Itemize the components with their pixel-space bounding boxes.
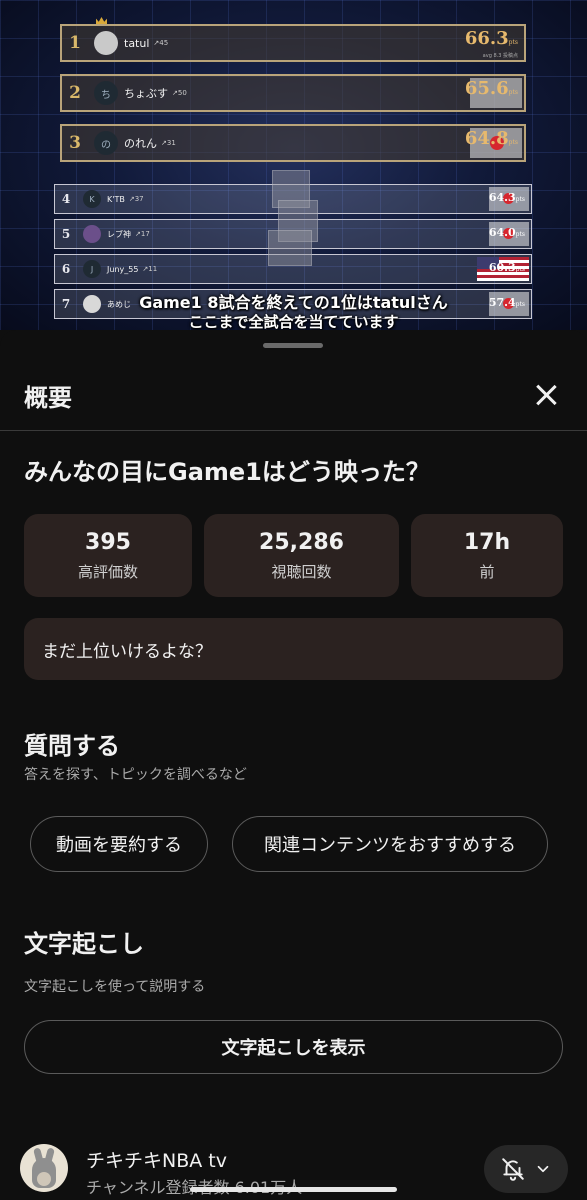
player-score: 64.8pts [464,128,518,149]
transcript-section-title: 文字起こし [24,930,144,958]
player-avatar: K [83,190,101,208]
stat-value: 395 [85,529,131,555]
leaderboard-row: 2 ち ちょぶす ↗50 65.6pts [60,74,526,112]
player-average: avg 8.3 投稿点 [482,53,518,59]
player-avatar: の [94,131,118,155]
player-avatar [83,225,101,243]
rank-number: 6 [61,262,71,276]
player-delta: ↗50 [172,89,187,97]
player-name: レブ神 [107,229,131,239]
player-score: 65.6pts [464,78,518,99]
player-name: のれん [124,137,157,150]
player-delta: ↗31 [161,139,176,147]
close-icon[interactable] [531,380,561,410]
ask-section-subtitle: 答えを探す、トピックを調べるなど [24,767,247,783]
stat-value: 25,286 [259,529,344,555]
player-score: 66.3pts [464,28,518,49]
description-sheet: 概要 みんなの目にGame1はどう映った？ 395 高評価数 25,286 視聴… [0,330,587,1200]
player-name: tatul [124,36,150,50]
transcript-section-subtitle: 文字起こしを使って説明する [24,979,206,995]
home-indicator [190,1187,397,1192]
leaderboard-row: 3 の のれん ↗31 64.8pts [60,124,526,162]
player-delta: ↗11 [142,265,158,273]
player-avatar: ち [94,81,118,105]
video-player[interactable]: 1 tatul ↗45 66.3pts avg 8.3 投稿点 2 ち ちょぶす… [0,0,587,330]
show-transcript-button[interactable]: 文字起こしを表示 [24,1020,563,1074]
player-avatar: J [83,260,101,278]
sheet-header: 概要 [0,374,587,430]
stat-label: 視聴回数 [271,562,332,581]
header-divider [0,430,587,431]
rank-number: 5 [61,227,71,241]
player-name: K'TB [107,194,125,204]
player-delta: ↗45 [153,39,169,47]
player-avatar [94,31,118,55]
video-caption-line-1: Game1 8試合を終えての1位はtatulさん [139,293,448,312]
ask-section-title: 質問する [24,732,120,760]
stat-value: 17h [463,529,511,555]
player-delta: ↗17 [135,230,150,238]
rank-number: 3 [69,133,81,153]
recommend-related-button[interactable]: 関連コンテンツをおすすめする [232,816,548,872]
player-name: Juny_55 [107,264,139,274]
stat-views: 25,286 視聴回数 [204,514,399,597]
chevron-down-icon [537,1165,549,1173]
stat-label: 前 [479,562,495,581]
rank-number: 1 [69,33,81,53]
leaderboard-row: 1 tatul ↗45 66.3pts avg 8.3 投稿点 [60,24,526,62]
subscription-bell-button[interactable] [484,1145,568,1193]
player-score: 64.3pts [488,191,525,204]
description-comment[interactable]: まだ上位いけるよな？ [24,618,563,680]
rank-number: 2 [69,83,81,103]
video-caption-line-2: ここまで全試合を当てています [188,313,399,330]
stats-row: 395 高評価数 25,286 視聴回数 17h 前 [24,514,563,597]
channel-avatar[interactable] [20,1144,68,1192]
stat-label: 高評価数 [77,562,138,581]
bell-off-icon [502,1158,524,1181]
video-title: みんなの目にGame1はどう映った？ [24,458,430,486]
rank-number: 4 [61,192,71,206]
player-score: 60.3pts [488,261,525,274]
channel-name[interactable]: チキチキNBA tv [86,1146,227,1173]
stat-likes: 395 高評価数 [24,514,192,597]
drag-handle[interactable] [263,343,323,348]
channel-subscribers: チャンネル登録者数 6.01万人 [86,1178,302,1197]
sheet-title: 概要 [24,384,72,412]
player-score: 64.0pts [488,226,525,239]
player-delta: ↗37 [128,195,144,203]
video-3d-blocks [268,170,318,266]
stat-age: 17h 前 [411,514,563,597]
player-name: ちょぶす [124,87,168,100]
summarize-video-button[interactable]: 動画を要約する [30,816,208,872]
